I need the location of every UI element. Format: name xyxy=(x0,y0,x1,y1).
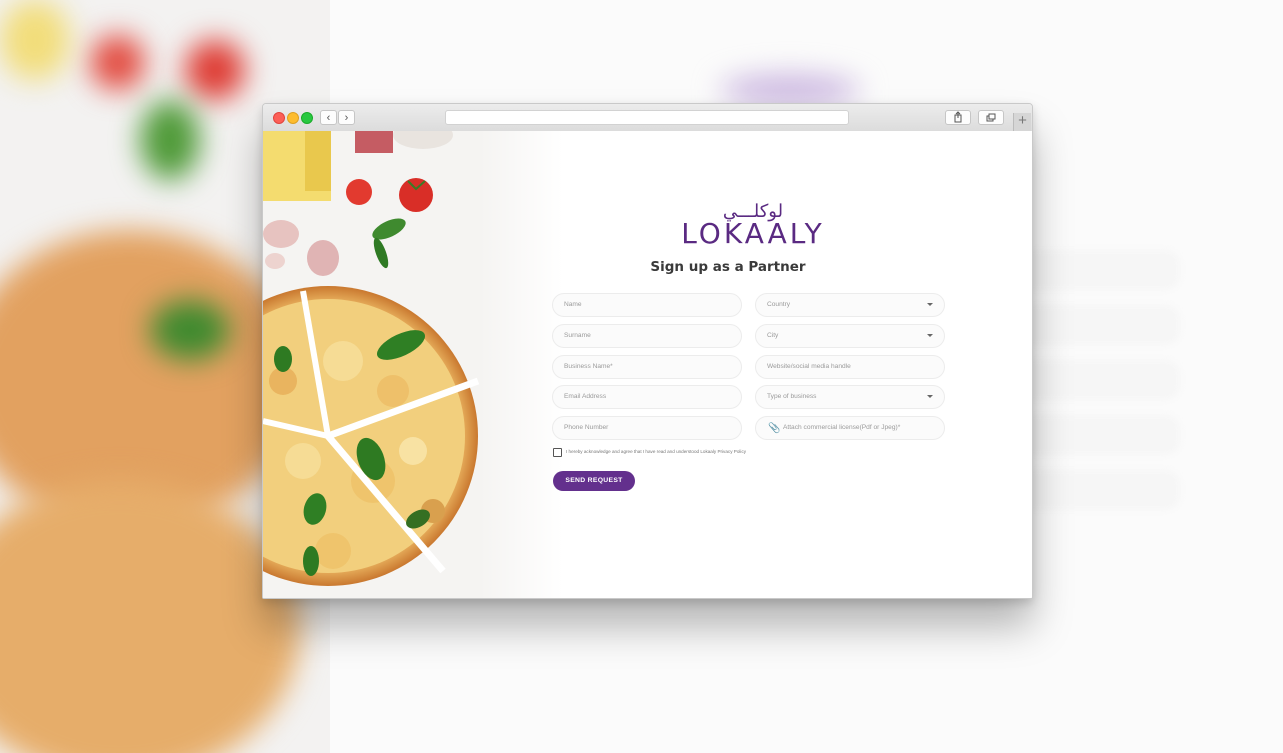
background-leaf-blur xyxy=(140,100,200,180)
business-type-placeholder: Type of business xyxy=(767,393,817,400)
background-field-blur-2 xyxy=(1010,305,1180,345)
background-field-blur-3 xyxy=(1010,360,1180,400)
plus-icon: + xyxy=(1018,112,1027,129)
page-content: لوكلـــي LOKAALY Sign up as a Partner Na… xyxy=(263,131,1032,598)
zoom-window-button[interactable] xyxy=(301,112,313,124)
address-bar[interactable] xyxy=(445,110,849,125)
name-placeholder: Name xyxy=(564,301,582,308)
chevron-right-icon: › xyxy=(344,112,349,124)
country-placeholder: Country xyxy=(767,301,791,308)
tabs-icon xyxy=(986,113,996,122)
background-pizza-blur-lower xyxy=(0,480,300,753)
license-placeholder: Attach commercial license(Pdf or Jpeg)* xyxy=(783,424,901,431)
surname-input[interactable]: Surname xyxy=(552,324,742,348)
hero-food-image xyxy=(263,131,563,598)
chevron-down-icon xyxy=(927,334,933,337)
consent-checkbox[interactable] xyxy=(553,448,562,457)
background-basil-blur xyxy=(150,300,230,360)
background-tomato-blur xyxy=(90,35,145,90)
consent-label: I hereby acknowledge and agree that I ha… xyxy=(566,449,747,454)
phone-placeholder: Phone Number xyxy=(564,424,609,431)
business-name-placeholder: Business Name* xyxy=(564,363,613,370)
chevron-left-icon: ‹ xyxy=(326,112,331,124)
phone-input[interactable]: Phone Number xyxy=(552,416,742,440)
city-placeholder: City xyxy=(767,332,779,339)
website-input[interactable]: Website/social media handle xyxy=(755,355,945,379)
back-button[interactable]: ‹ xyxy=(320,110,337,125)
background-tomato-blur-2 xyxy=(185,40,245,100)
share-icon xyxy=(954,111,962,123)
logo-wordmark: LOKAALY xyxy=(681,217,825,250)
browser-toolbar: ‹ › + xyxy=(263,104,1032,132)
license-upload[interactable]: 📎 Attach commercial license(Pdf or Jpeg)… xyxy=(755,416,945,440)
surname-placeholder: Surname xyxy=(564,332,591,339)
close-window-button[interactable] xyxy=(273,112,285,124)
city-select[interactable]: City xyxy=(755,324,945,348)
share-button[interactable] xyxy=(945,110,971,125)
new-tab-button[interactable]: + xyxy=(1013,113,1031,131)
minimize-window-button[interactable] xyxy=(287,112,299,124)
browser-window: ‹ › + لوكلـــي LOKAALY Sign up as a Part… xyxy=(262,103,1033,599)
chevron-down-icon xyxy=(927,303,933,306)
email-placeholder: Email Address xyxy=(564,393,607,400)
paperclip-icon: 📎 xyxy=(768,423,781,434)
page-title: Sign up as a Partner xyxy=(650,259,806,275)
email-input[interactable]: Email Address xyxy=(552,385,742,409)
business-name-input[interactable]: Business Name* xyxy=(552,355,742,379)
background-field-blur-5 xyxy=(1010,470,1180,510)
chevron-down-icon xyxy=(927,395,933,398)
tabs-overview-button[interactable] xyxy=(978,110,1004,125)
website-placeholder: Website/social media handle xyxy=(767,363,851,370)
business-type-select[interactable]: Type of business xyxy=(755,385,945,409)
send-request-button[interactable]: SEND REQUEST xyxy=(553,471,635,491)
background-field-blur-4 xyxy=(1010,415,1180,455)
forward-button[interactable]: › xyxy=(338,110,355,125)
background-oil-blur xyxy=(0,0,70,80)
name-input[interactable]: Name xyxy=(552,293,742,317)
background-logo-blur xyxy=(720,75,860,105)
background-field-blur-1 xyxy=(1010,250,1180,290)
country-select[interactable]: Country xyxy=(755,293,945,317)
